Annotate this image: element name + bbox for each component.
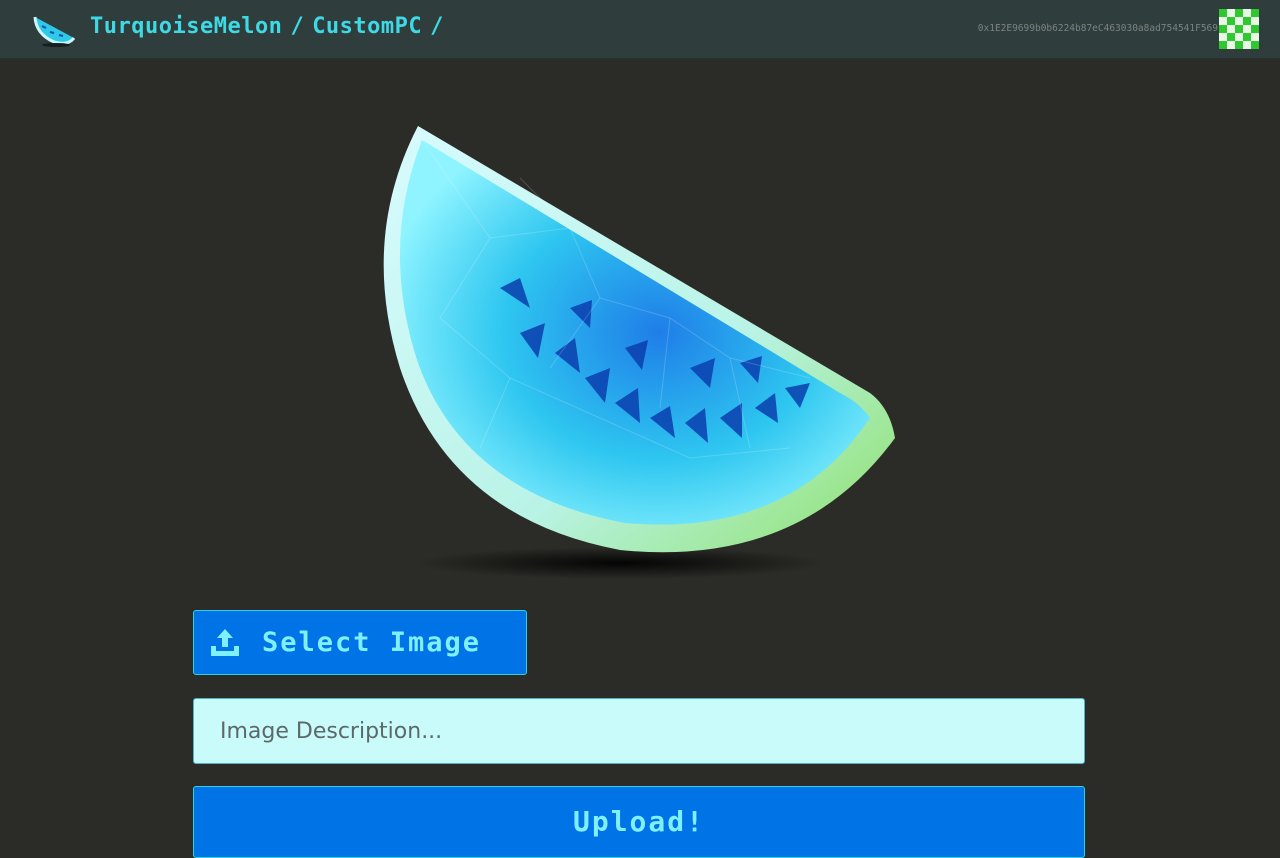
breadcrumb-collection-link[interactable]: CustomPC xyxy=(312,14,422,39)
upload-button-label: Upload! xyxy=(572,805,705,838)
breadcrumb-separator: / xyxy=(430,14,444,39)
breadcrumb-separator: / xyxy=(290,14,305,39)
upload-icon xyxy=(211,628,239,656)
upload-button[interactable]: Upload! xyxy=(193,786,1085,858)
melon-logo-icon[interactable] xyxy=(32,12,76,48)
select-image-button[interactable]: Select Image xyxy=(193,610,527,675)
wallet-address[interactable]: 0x1E2E9699b0b6224b87eC463030a8ad754541F5… xyxy=(978,23,1218,34)
account-identicon-icon[interactable] xyxy=(1219,9,1259,49)
select-image-label: Select Image xyxy=(262,627,482,658)
melon-hero-image xyxy=(383,126,895,579)
image-description-input[interactable] xyxy=(193,698,1085,764)
breadcrumb-account-link[interactable]: TurquoiseMelon xyxy=(90,14,282,39)
top-bar: TurquoiseMelon / CustomPC / 0x1E2E9699b0… xyxy=(0,0,1280,59)
breadcrumb: TurquoiseMelon / CustomPC / xyxy=(90,14,444,39)
